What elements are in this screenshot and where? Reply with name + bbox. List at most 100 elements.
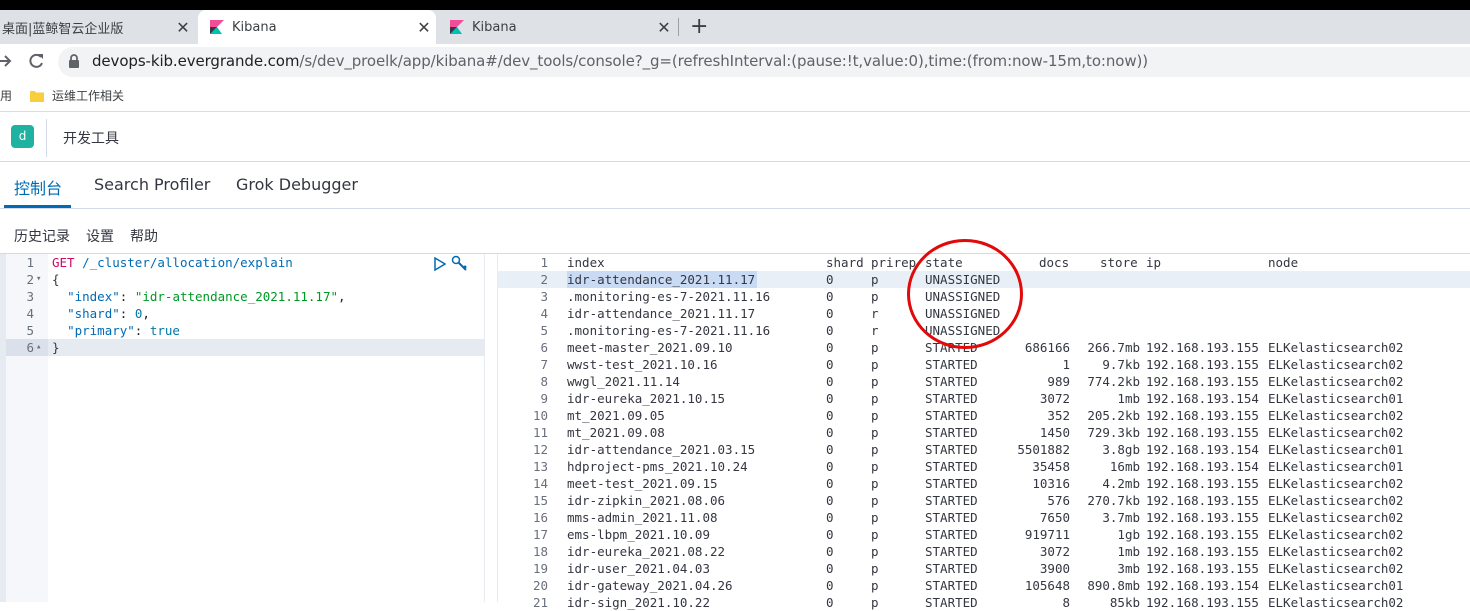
browser-tab-kibana[interactable]: Kibana ✕	[438, 10, 676, 44]
table-cell-store: 729.3kb	[1087, 425, 1140, 440]
table-cell-node: ELKelasticsearch02	[1268, 425, 1404, 440]
tab-console[interactable]: 控制台	[14, 175, 62, 199]
line-number: 6	[26, 340, 34, 355]
tab-separator	[678, 18, 679, 36]
table-cell-index: idr-attendance_2021.11.17	[567, 272, 756, 287]
output-line-number: 4	[540, 306, 548, 321]
table-cell-shard: 0	[826, 442, 834, 457]
table-cell-shard: 0	[826, 561, 834, 576]
bookmark-ops-folder[interactable]: 运维工作相关	[52, 87, 124, 104]
table-cell-prirep: p	[871, 391, 879, 406]
table-cell-shard: 0	[826, 493, 834, 508]
menu-help[interactable]: 帮助	[130, 226, 158, 246]
wrench-icon[interactable]	[451, 255, 468, 276]
table-cell-ip: 192.168.193.154	[1146, 442, 1259, 457]
table-cell-docs: 8	[1062, 595, 1070, 610]
table-cell-index: meet-master_2021.09.10	[567, 340, 733, 355]
table-cell-node: ELKelasticsearch02	[1268, 340, 1404, 355]
table-cell-prirep: p	[871, 442, 879, 457]
fold-open-icon[interactable]: ▾	[36, 271, 41, 288]
output-line-number: 12	[532, 442, 548, 457]
table-cell-prirep: r	[871, 323, 879, 338]
lock-icon[interactable]	[68, 54, 80, 73]
table-cell-index: mt_2021.09.08	[567, 425, 665, 440]
table-cell-shard: 0	[826, 340, 834, 355]
table-cell-node: ELKelasticsearch02	[1268, 544, 1404, 559]
comma: ,	[142, 306, 150, 321]
menu-settings[interactable]: 设置	[86, 226, 114, 246]
table-cell-shard: 0	[826, 476, 834, 491]
close-icon[interactable]: ✕	[171, 18, 195, 37]
table-cell-index: idr-attendance_2021.11.17	[567, 306, 756, 321]
kibana-logo-icon	[210, 20, 224, 34]
table-cell-ip	[1146, 305, 1264, 322]
close-icon[interactable]: ✕	[652, 18, 676, 37]
table-cell-docs: 3072	[1039, 391, 1070, 406]
comma: ,	[338, 289, 346, 304]
bookmark-apps[interactable]: 用	[0, 87, 12, 104]
fold-close-icon[interactable]: ▴	[36, 339, 41, 356]
output-line-number: 7	[540, 357, 548, 372]
output-line-number: 13	[532, 459, 548, 474]
table-cell-shard: 0	[826, 527, 834, 542]
colon: :	[119, 289, 135, 304]
header-separator	[46, 119, 47, 157]
table-cell-store	[1070, 322, 1140, 339]
table-cell-store: 774.2kb	[1087, 374, 1140, 389]
table-cell-store: 9.7kb	[1102, 357, 1140, 372]
table-cell-store: 85kb	[1109, 595, 1140, 610]
close-icon[interactable]: ✕	[412, 18, 436, 37]
screen-top-edge	[0, 0, 1470, 10]
table-cell-node: ELKelasticsearch02	[1268, 561, 1404, 576]
url-text[interactable]: devops-kib.evergrande.com/s/dev_proelk/a…	[92, 52, 1148, 70]
output-line-number: 2	[540, 272, 548, 287]
table-cell-docs: 686166	[1024, 340, 1070, 355]
annotation-circle	[907, 239, 1023, 349]
reload-icon[interactable]	[27, 52, 45, 74]
breadcrumb[interactable]: 开发工具	[63, 128, 119, 148]
tab-grok-debugger[interactable]: Grok Debugger	[236, 175, 358, 194]
table-cell-index: idr-gateway_2021.04.26	[567, 578, 733, 593]
table-cell-ip: 192.168.193.154	[1146, 391, 1259, 406]
new-tab-button[interactable]: +	[690, 14, 708, 40]
menu-history[interactable]: 历史记录	[14, 226, 70, 246]
table-cell-node: ELKelasticsearch02	[1268, 493, 1404, 508]
output-line-number: 15	[532, 493, 548, 508]
pane-resizer[interactable]	[484, 254, 498, 602]
tab-search-profiler[interactable]: Search Profiler	[94, 175, 210, 194]
tab-title: Kibana	[232, 19, 277, 35]
column-header-docs: docs	[1039, 255, 1070, 270]
table-cell-ip: 192.168.193.155	[1146, 493, 1259, 508]
forward-icon[interactable]	[0, 52, 12, 74]
table-cell-prirep: p	[871, 595, 879, 610]
table-cell-store: 4.2mb	[1102, 476, 1140, 491]
table-cell-docs: 35458	[1032, 459, 1070, 474]
browser-tab-kibana-active[interactable]: Kibana ✕	[198, 10, 436, 44]
table-cell-docs: 7650	[1039, 510, 1070, 525]
request-line[interactable]: GET /_cluster/allocation/explain	[52, 254, 293, 271]
table-cell-index: idr-user_2021.04.03	[567, 561, 710, 576]
colon: :	[119, 306, 135, 321]
output-line-number: 11	[532, 425, 548, 440]
table-cell-docs: 989	[1047, 374, 1070, 389]
table-cell-shard: 0	[826, 544, 834, 559]
json-boolean: true	[149, 323, 180, 338]
bookmarks-bar	[0, 81, 1470, 112]
table-cell-store: 266.7mb	[1087, 340, 1140, 355]
table-cell-store: 270.7kb	[1087, 493, 1140, 508]
table-cell-node: ELKelasticsearch01	[1268, 391, 1404, 406]
colon: :	[134, 323, 150, 338]
table-cell-node: ELKelasticsearch01	[1268, 578, 1404, 593]
column-header-shard: shard	[826, 255, 864, 270]
table-cell-store: 1mb	[1117, 544, 1140, 559]
table-cell-store: 1mb	[1117, 391, 1140, 406]
space-avatar[interactable]: d	[11, 125, 34, 148]
table-cell-index: idr-eureka_2021.10.15	[567, 391, 726, 406]
table-cell-docs: 10316	[1032, 476, 1070, 491]
browser-tab-bluewhale[interactable]: 桌面|蓝鲸智云企业版 ✕	[0, 10, 195, 44]
table-cell-node: ELKelasticsearch02	[1268, 476, 1404, 491]
table-cell-store	[1070, 305, 1140, 322]
table-cell-index: wwgl_2021.11.14	[567, 374, 680, 389]
play-icon[interactable]	[433, 256, 447, 275]
table-cell-index: idr-sign_2021.10.22	[567, 595, 710, 610]
